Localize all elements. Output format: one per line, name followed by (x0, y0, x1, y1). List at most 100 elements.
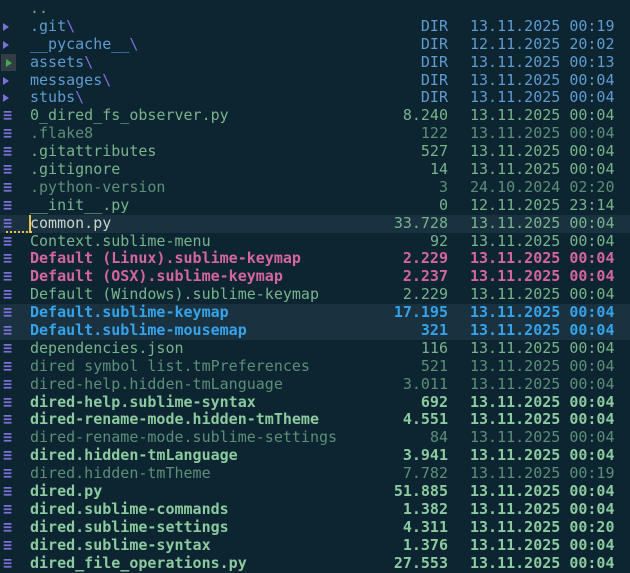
file-size: DIR (420, 88, 448, 107)
file-name-text: .gitattributes (30, 143, 157, 161)
file-row[interactable]: ≡ dired symbol list.tmPreferences 521 13.11… (0, 357, 630, 376)
file-name: dired symbol list.tmPreferences (30, 358, 336, 376)
file-lines-icon: ≡ (3, 553, 13, 572)
file-name: messages\ (30, 72, 336, 90)
file-size: 692 (420, 392, 448, 411)
file-name: dired-help.sublime-syntax (30, 394, 336, 412)
file-row[interactable]: ≡ dired.hidden-tmLanguage 3.941 13.11.2025 … (0, 446, 630, 465)
file-row[interactable]: ≡ dired_file_operations.py 27.553 13.11.202… (0, 553, 630, 573)
file-row[interactable]: ≡ dired.py 51.885 13.11.2025 00:04 (0, 482, 630, 501)
icon-cell: ≡ (0, 106, 30, 125)
icon-cell: ≡ (0, 267, 30, 286)
icon-cell: ≡ (0, 357, 30, 376)
file-name: 0_dired_fs_observer.py (30, 107, 336, 125)
file-row[interactable]: ≡ .flake8 122 13.11.2025 00:04 (0, 124, 630, 143)
file-row[interactable]: ≡ dired-help.sublime-syntax 692 13.11.2025 … (0, 392, 630, 412)
file-row[interactable]: ≡ Default (Windows).sublime-keymap 2.229 13… (0, 285, 630, 304)
file-size: 1.382 (402, 499, 448, 518)
icon-cell: ≡ (0, 536, 30, 555)
icon-cell: ≡ (0, 124, 30, 143)
file-name: Context.sublime-menu (30, 233, 336, 251)
file-date: 13.11.2025 00:04 (470, 160, 615, 179)
file-row[interactable]: ≡ dired-rename-mode.hidden-tmTheme 4.551 13… (0, 411, 630, 429)
dir-suffix: \ (129, 35, 139, 53)
file-row[interactable]: ≡ __init__.py 0 12.11.2025 23:14 (0, 195, 630, 215)
dir-row[interactable]: messages\ DIR 13.11.2025 00:04 (0, 70, 630, 90)
file-row[interactable]: ≡ dired-rename-mode.sublime-settings 84 13.… (0, 428, 630, 447)
file-row[interactable]: ≡ Default (OSX).sublime-keymap 2.237 13.11.… (0, 267, 630, 286)
icon-cell: ≡ (0, 374, 30, 394)
file-row[interactable]: ≡ dired-help.hidden-tmLanguage 3.011 13.11.… (0, 374, 630, 394)
file-lines-icon: ≡ (3, 124, 13, 143)
file-row[interactable]: ≡ Default.sublime-keymap 17.195 13.11.2025 … (0, 303, 630, 323)
file-name-text: 0_dired_fs_observer.py (30, 107, 229, 125)
file-name: .python-version (30, 179, 336, 197)
file-row[interactable]: ≡ dired.hidden-tmTheme 7.782 13.11.2025 00:… (0, 464, 630, 483)
file-size: DIR (420, 34, 448, 53)
file-lines-icon: ≡ (3, 303, 13, 322)
file-row[interactable]: ≡ .gitattributes 527 13.11.2025 00:04 (0, 142, 630, 161)
expand-triangle-icon[interactable] (3, 40, 9, 49)
icon-cell: ≡ (0, 231, 30, 251)
file-name: Default.sublime-mousemap (30, 322, 336, 340)
file-size: 51.885 (393, 482, 448, 501)
file-row[interactable]: ≡ Default.sublime-mousemap 321 13.11.2025 0… (0, 321, 630, 340)
file-date: 13.11.2025 00:04 (470, 392, 615, 411)
file-row[interactable]: ≡ Context.sublime-menu 92 13.11.2025 00:04 (0, 231, 630, 251)
icon-cell: ≡ (0, 464, 30, 483)
file-lines-icon: ≡ (3, 195, 13, 214)
parent-dir-row[interactable]: .. (0, 0, 630, 18)
file-lines-icon: ≡ (3, 285, 13, 304)
file-name: Default (OSX).sublime-keymap (30, 268, 336, 286)
file-date: 13.11.2025 00:04 (470, 338, 615, 357)
file-date: 13.11.2025 00:04 (470, 88, 615, 107)
dir-row[interactable]: .git\ DIR 13.11.2025 00:19 (0, 17, 630, 36)
file-name: Default (Linux).sublime-keymap (30, 250, 336, 268)
file-lines-icon: ≡ (3, 142, 13, 161)
file-row[interactable]: ≡ Default (Linux).sublime-keymap 2.229 13.1… (0, 250, 630, 268)
file-row[interactable]: ≡ common.py 33.728 13.11.2025 00:04 (0, 213, 630, 233)
file-lines-icon: ≡ (3, 160, 13, 179)
expand-triangle-icon[interactable] (3, 94, 9, 103)
file-name-text: Default (Linux).sublime-keymap (30, 250, 301, 268)
dir-suffix: \ (102, 71, 112, 89)
icon-cell: ≡ (0, 195, 30, 215)
expand-triangle-icon[interactable] (3, 76, 9, 85)
expand-triangle-icon[interactable] (3, 22, 9, 31)
file-size: 527 (420, 142, 448, 161)
dir-row[interactable]: __pycache__\ DIR 12.11.2025 20:02 (0, 34, 630, 54)
file-size: 0 (438, 195, 448, 214)
file-size: 17.195 (393, 303, 448, 322)
file-size: 2.229 (402, 249, 448, 268)
file-row[interactable]: ≡ 0_dired_fs_observer.py 8.240 13.11.2025 0… (0, 106, 630, 125)
file-name: dired.py (30, 483, 336, 501)
file-name: dependencies.json (30, 340, 336, 358)
file-row[interactable]: ≡ dependencies.json 116 13.11.2025 00:04 (0, 338, 630, 358)
file-lines-icon: ≡ (3, 374, 13, 393)
dir-row[interactable]: stubs\ DIR 13.11.2025 00:04 (0, 89, 630, 107)
expand-triangle-icon[interactable] (5, 58, 12, 67)
icon-cell: ≡ (0, 142, 30, 161)
dir-row[interactable]: assets\ DIR 13.11.2025 00:13 (0, 52, 630, 72)
file-name: .gitignore (30, 161, 336, 179)
file-date: 13.11.2025 00:04 (470, 106, 615, 125)
file-size: 1.376 (402, 535, 448, 554)
file-row[interactable]: ≡ dired.sublime-syntax 1.376 13.11.2025 00:… (0, 535, 630, 555)
file-date: 13.11.2025 00:04 (470, 70, 615, 89)
file-row[interactable]: ≡ dired.sublime-settings 4.311 13.11.2025 0… (0, 518, 630, 537)
file-row[interactable]: ≡ dired.sublime-commands 1.382 13.11.2025 0… (0, 499, 630, 519)
file-size: DIR (420, 52, 448, 71)
file-lines-icon: ≡ (3, 231, 13, 250)
file-date: 12.11.2025 20:02 (470, 34, 615, 53)
file-row[interactable]: ≡ .python-version 3 24.10.2024 02:20 (0, 178, 630, 197)
file-name-text: Default (OSX).sublime-keymap (30, 268, 283, 286)
file-row[interactable]: ≡ .gitignore 14 13.11.2025 00:04 (0, 160, 630, 179)
icon-cell: ≡ (0, 178, 30, 197)
file-size: 33.728 (393, 213, 448, 232)
file-name-text: dired-rename-mode.hidden-tmTheme (30, 411, 319, 429)
icon-cell (0, 54, 30, 72)
file-name-text: __init__.py (30, 196, 130, 214)
file-date: 13.11.2025 00:04 (470, 410, 615, 429)
file-name-text: dired-help.hidden-tmLanguage (30, 375, 283, 393)
icon-cell (0, 40, 30, 49)
